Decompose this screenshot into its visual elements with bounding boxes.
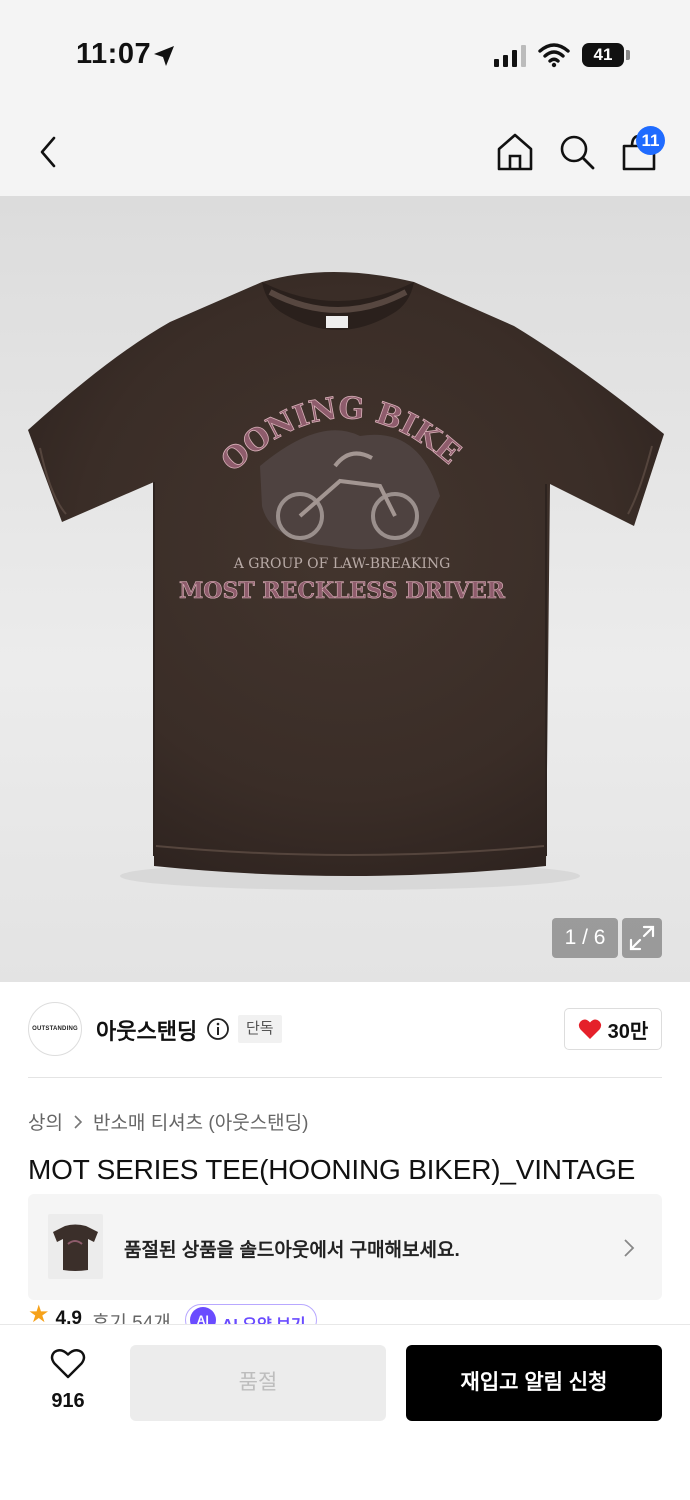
soldout-banner-text: 품절된 상품을 솔드아웃에서 구매해보세요. — [124, 1240, 460, 1261]
print-subline: A GROUP OF LAW-BREAKING — [233, 556, 451, 572]
brand-like-button[interactable]: 30만 — [564, 1008, 662, 1050]
ai-summary-label: AI 요약 보기 — [221, 1317, 306, 1326]
heart-outline-icon — [50, 1349, 86, 1379]
brand-logo[interactable]: OUTSTANDING — [28, 1002, 82, 1056]
expand-icon — [629, 925, 655, 951]
divider — [28, 1077, 662, 1078]
print-bottom-line: MOST RECKLESS DRIVER — [179, 578, 506, 604]
rating-row: ★ 4.9 후기 54개 AI AI 요약 보기 — [28, 1304, 317, 1326]
back-chevron-icon[interactable] — [34, 132, 64, 172]
heart-filled-icon — [578, 1019, 601, 1039]
expand-image-button[interactable] — [622, 918, 662, 958]
brand-like-count: 30만 — [607, 1020, 649, 1043]
battery-cap — [626, 50, 630, 60]
product-tshirt-image: HOONING BIKER A GROUP OF LAW-BREAKING MO… — [0, 196, 664, 890]
home-icon[interactable] — [496, 132, 534, 172]
wifi-icon — [538, 43, 570, 68]
soldout-marketplace-banner[interactable]: 품절된 상품을 솔드아웃에서 구매해보세요. — [28, 1194, 662, 1300]
location-arrow-icon — [154, 46, 174, 66]
star-icon: ★ — [28, 1304, 50, 1326]
review-count-link[interactable]: 후기 54개 — [92, 1304, 171, 1326]
cart-count-badge: 11 — [636, 126, 665, 155]
ai-summary-button[interactable]: AI AI 요약 보기 — [184, 1304, 317, 1326]
soldout-button: 품절 — [130, 1345, 386, 1421]
exclusive-badge: 단독 — [238, 1015, 282, 1043]
search-icon[interactable] — [558, 132, 596, 172]
chevron-right-icon — [74, 1114, 83, 1129]
brand-logo-text: OUTSTANDING — [32, 1026, 78, 1032]
chevron-right-icon — [624, 1239, 635, 1257]
info-icon[interactable] — [206, 1017, 230, 1041]
battery-indicator: 41 — [582, 43, 624, 67]
product-thumbnail — [48, 1214, 103, 1279]
breadcrumb: 상의 반소매 티셔츠 (아웃스탠딩) — [28, 1108, 308, 1135]
restock-alert-button[interactable]: 재입고 알림 신청 — [406, 1345, 662, 1421]
rating-value: 4.9 — [55, 1308, 82, 1326]
status-bar: 11:07 41 — [0, 0, 690, 108]
product-image-carousel[interactable]: HOONING BIKER A GROUP OF LAW-BREAKING MO… — [0, 196, 690, 982]
image-counter: 1 / 6 — [552, 918, 618, 958]
product-title: MOT SERIES TEE(HOONING BIKER)_VINTAGE — [28, 1154, 636, 1185]
wishlist-button[interactable] — [40, 1348, 96, 1385]
breadcrumb-category[interactable]: 상의 — [28, 1108, 63, 1135]
top-navigation — [0, 108, 690, 196]
cellular-signal-icon — [494, 45, 526, 67]
status-time: 11:07 — [76, 38, 152, 70]
wishlist-count: 916 — [51, 1390, 85, 1412]
breadcrumb-subcategory[interactable]: 반소매 티셔츠 (아웃스탠딩) — [93, 1108, 309, 1135]
brand-name[interactable]: 아웃스탠딩 — [96, 1014, 197, 1046]
